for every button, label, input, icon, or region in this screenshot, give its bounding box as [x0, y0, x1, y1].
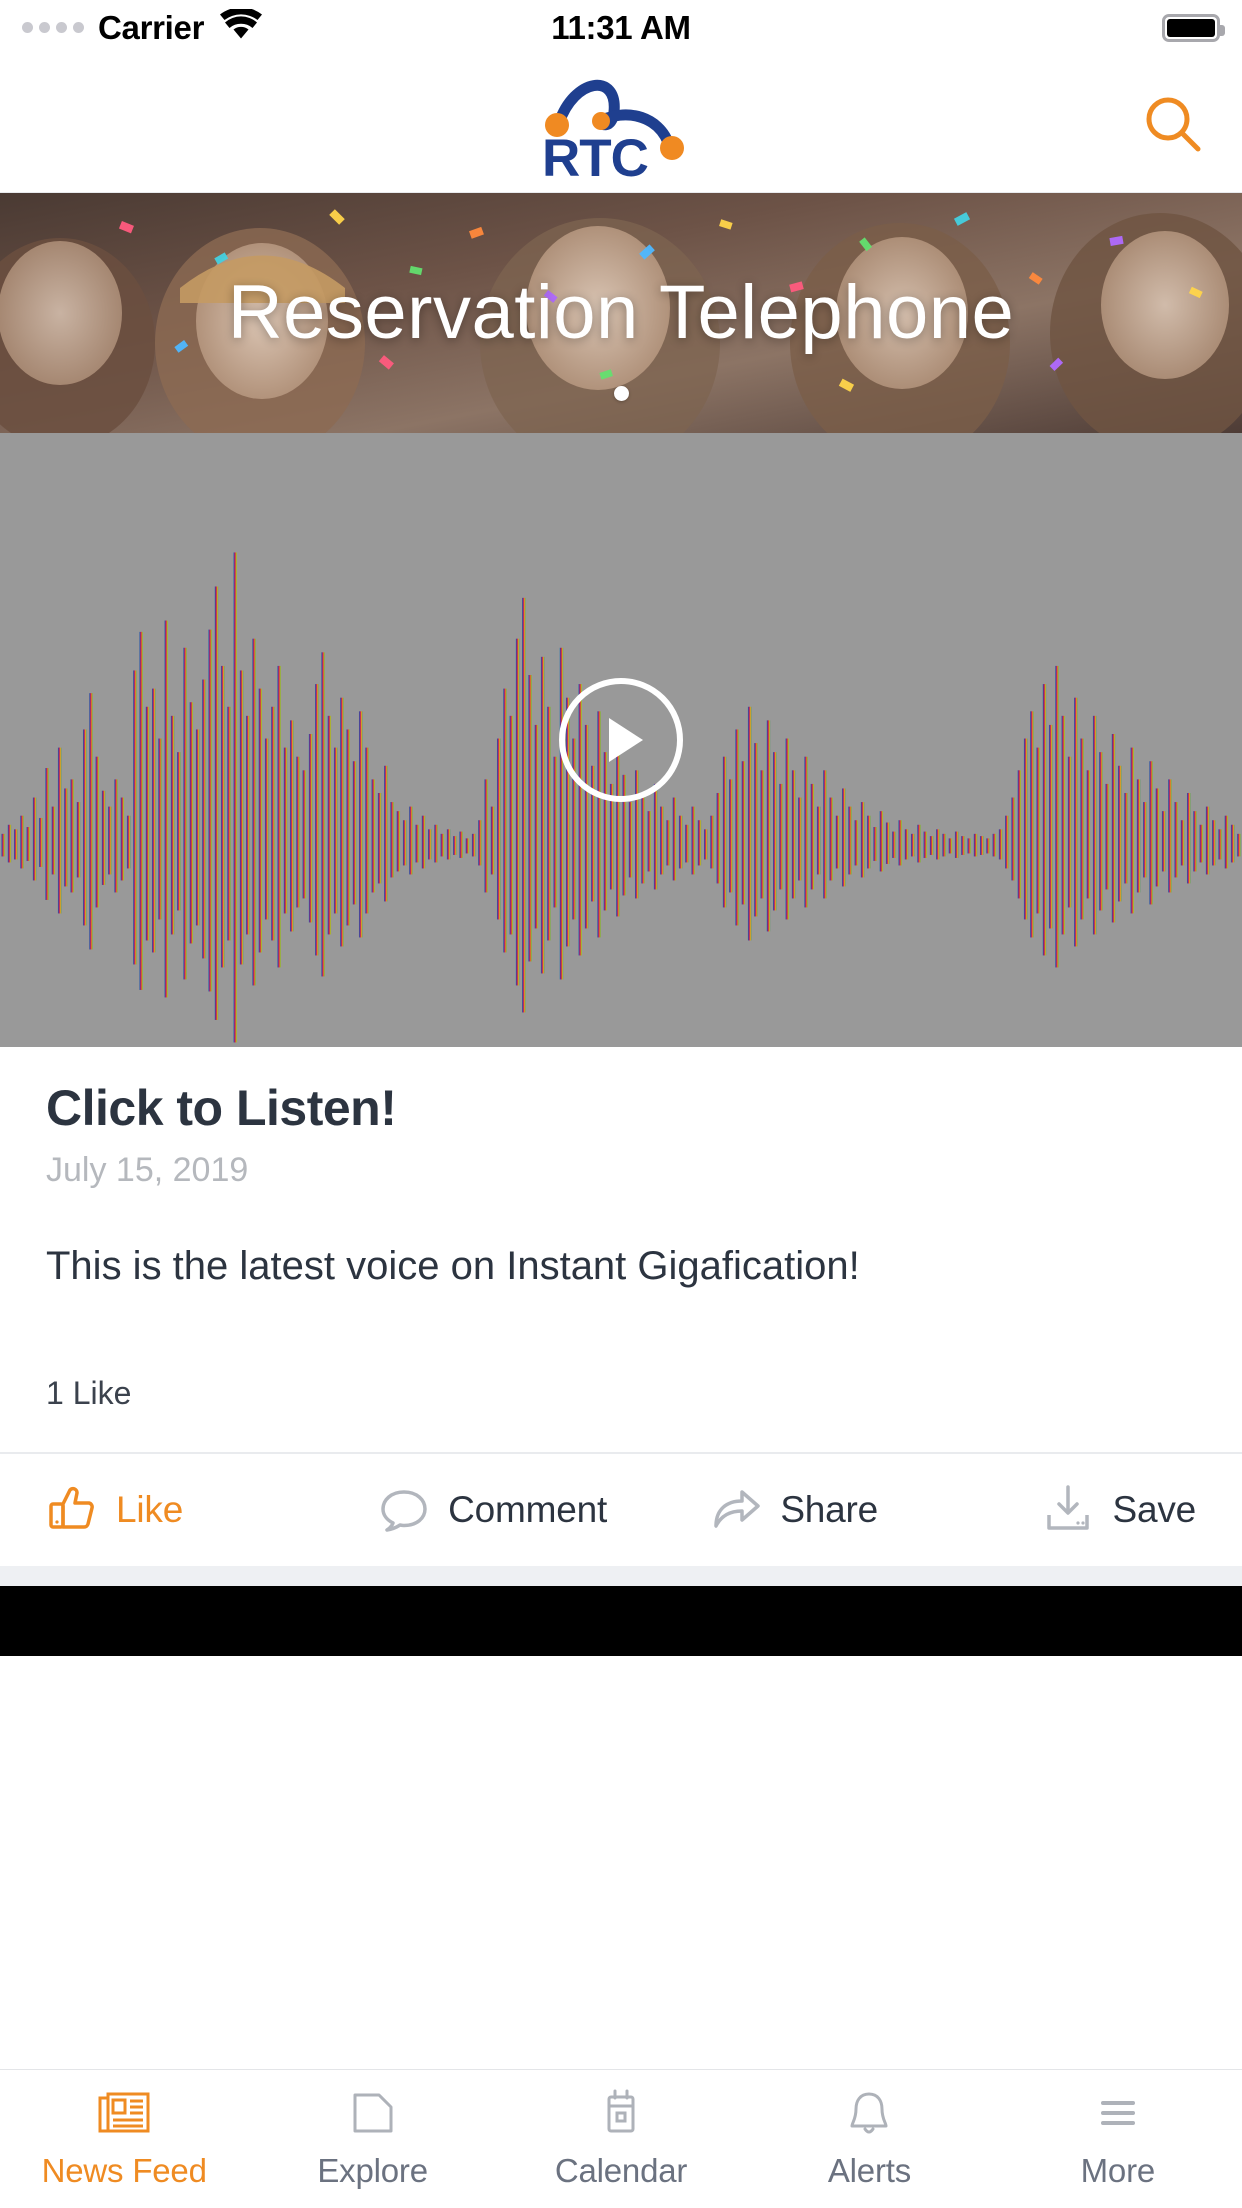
audio-media[interactable]	[0, 433, 1242, 1047]
like-count: 1 Like	[46, 1375, 132, 1412]
bottom-tab-bar: News Feed Explore Calendar Alerts More	[0, 2069, 1242, 2208]
status-bar-right	[1162, 13, 1225, 42]
search-icon[interactable]	[1138, 89, 1208, 159]
post-action-bar: Like Comment Share Save	[0, 1454, 1242, 1567]
save-label: Save	[1112, 1489, 1197, 1531]
rtc-swoosh-logo[interactable]: RTC	[526, 68, 716, 180]
share-label: Share	[780, 1489, 879, 1531]
hero-title: Reservation Telephone	[227, 270, 1015, 355]
feed-gap	[0, 1566, 1242, 1587]
hero-banner[interactable]: Reservation Telephone	[0, 193, 1242, 433]
tab-explore-label: Explore	[317, 2151, 428, 2189]
carrier-label: Carrier	[98, 8, 205, 46]
post-text: This is the latest voice on Instant Giga…	[46, 1244, 860, 1289]
post-card: Click to Listen! July 15, 2019 This is t…	[0, 433, 1242, 1567]
like-button[interactable]: Like	[46, 1482, 378, 1539]
like-label: Like	[116, 1489, 184, 1531]
tab-more[interactable]: More	[994, 2070, 1242, 2208]
hamburger-menu-icon	[1091, 2089, 1145, 2144]
battery-full-icon	[1162, 13, 1225, 42]
tab-alerts-label: Alerts	[827, 2151, 911, 2189]
svg-text:RTC: RTC	[542, 129, 648, 180]
tab-alerts[interactable]: Alerts	[745, 2070, 993, 2208]
tab-more-label: More	[1080, 2151, 1156, 2189]
share-arrow-icon	[710, 1482, 762, 1539]
newspaper-icon	[97, 2089, 151, 2144]
post-body: Click to Listen! July 15, 2019 This is t…	[0, 1047, 1242, 1291]
hero-page-indicator[interactable]	[0, 386, 1242, 401]
status-bar: Carrier 11:31 AM	[0, 0, 1242, 55]
save-button[interactable]: Save	[1042, 1482, 1196, 1539]
calendar-icon	[594, 2089, 648, 2144]
comment-label: Comment	[448, 1489, 608, 1531]
comment-bubble-icon	[378, 1482, 430, 1539]
folder-icon	[346, 2089, 400, 2144]
wifi-icon	[220, 7, 263, 46]
save-download-icon	[1042, 1482, 1094, 1539]
tab-explore[interactable]: Explore	[248, 2070, 496, 2208]
comment-button[interactable]: Comment	[378, 1482, 710, 1539]
bell-icon	[842, 2089, 896, 2144]
thumbs-up-icon	[46, 1482, 98, 1539]
tab-calendar[interactable]: Calendar	[497, 2070, 745, 2208]
app-header: RTC	[0, 55, 1242, 193]
black-spacer	[0, 1586, 1242, 1657]
post-title: Click to Listen!	[46, 1080, 397, 1136]
tab-calendar-label: Calendar	[554, 2151, 688, 2189]
post-date: July 15, 2019	[46, 1151, 249, 1189]
share-button[interactable]: Share	[710, 1482, 1042, 1539]
tab-news-feed-label: News Feed	[41, 2151, 207, 2189]
play-circle-icon[interactable]	[559, 678, 683, 802]
status-bar-left: Carrier	[22, 7, 263, 47]
tab-news-feed[interactable]: News Feed	[0, 2070, 248, 2208]
signal-dots-icon	[22, 22, 84, 33]
